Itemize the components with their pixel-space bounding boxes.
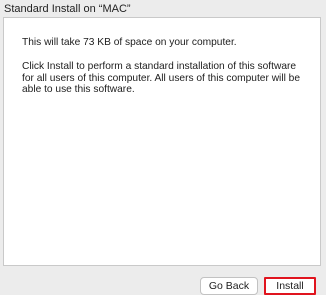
go-back-button[interactable]: Go Back	[200, 277, 258, 295]
install-button[interactable]: Install	[264, 277, 316, 295]
install-description-text: Click Install to perform a standard inst…	[22, 61, 301, 95]
install-info-panel: This will take 73 KB of space on your co…	[3, 17, 321, 266]
space-requirement-text: This will take 73 KB of space on your co…	[22, 37, 237, 48]
window-title: Standard Install on “MAC”	[4, 3, 131, 15]
